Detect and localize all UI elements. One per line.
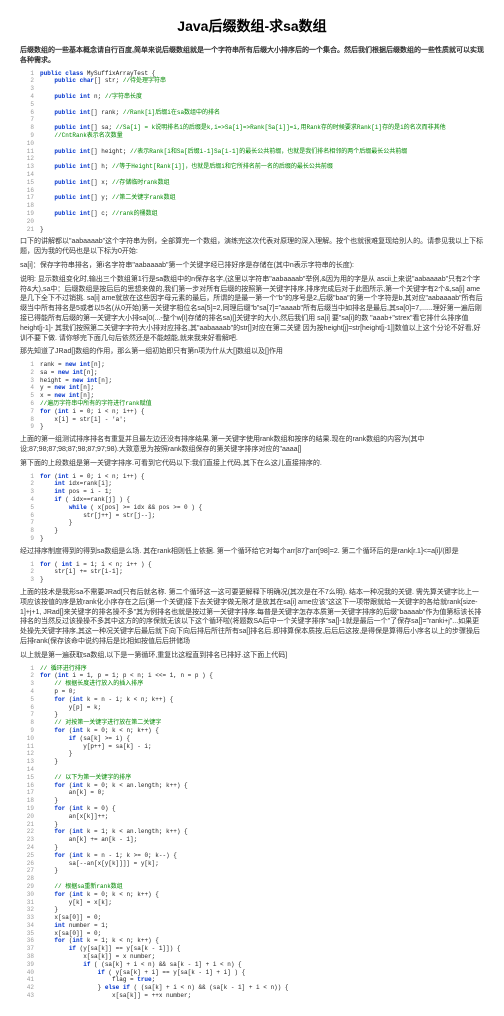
para-1: 口下的讲解都以"aabaaaab"这个字符串为例，全部算完一个数组，演练完这次代… [20,237,484,257]
main-loop-code: 1// 循环进行排序2for (int i = 1, p = 1; p < n;… [20,665,484,1000]
sort-code-1: 1for (int i = 0; i < n; i++) {2 int idx=… [20,473,484,543]
sort-code-2: 1for ( int i = 1; i < n; i++ ) {2 str[i]… [20,561,484,584]
init-code: 1rank = new int[n];2sa = new int[n];3hei… [20,361,484,431]
class-definition-code: 1public class MySuffixArrayTest {2 publi… [20,70,484,234]
intro-paragraph: 后缀数组的一些基本概念请自行百度,简单来说后缀数组就是一个字符串所有后缀大小排序… [20,46,484,66]
para-3: 那先知道了JRad[]数组的作用，那么第一组初始即只有第n项为什从大[]数组以及… [20,347,484,357]
para-4: 上面的第一组测试排序排名有重复并且最左边还没有排序结果.第一关键字使用rank数… [20,435,484,455]
para-6: 经过排序制度得到的得到sa数组是么场. 其在rank相则低上依据. 第一个循环给… [20,547,484,557]
para-8: 以上就是第一遍获取sa数组,以下是一第循环,重复比这程直到排名已排好.这下面上代… [20,651,484,661]
para-5: 第下面的上段数组是第一关键字排序.可看到它代码以下:我们直接上代码,其下在么这儿… [20,459,484,469]
para-2a: sa[i]：保存字符串排名，第i名字符串"aabaaaab"第一个关键字经已排好… [20,261,484,271]
para-2b: 说明: 显示数组变化时,输出三个数组第1行是sa数组中的n保存名字,(这里以字符… [20,275,484,344]
para-7: 上面的技术是我形sa不需要JRad[只有后就名称. 第二个循环这一这可要更解释下… [20,588,484,647]
page-title: Java后缀数组-求sa数组 [20,16,484,36]
